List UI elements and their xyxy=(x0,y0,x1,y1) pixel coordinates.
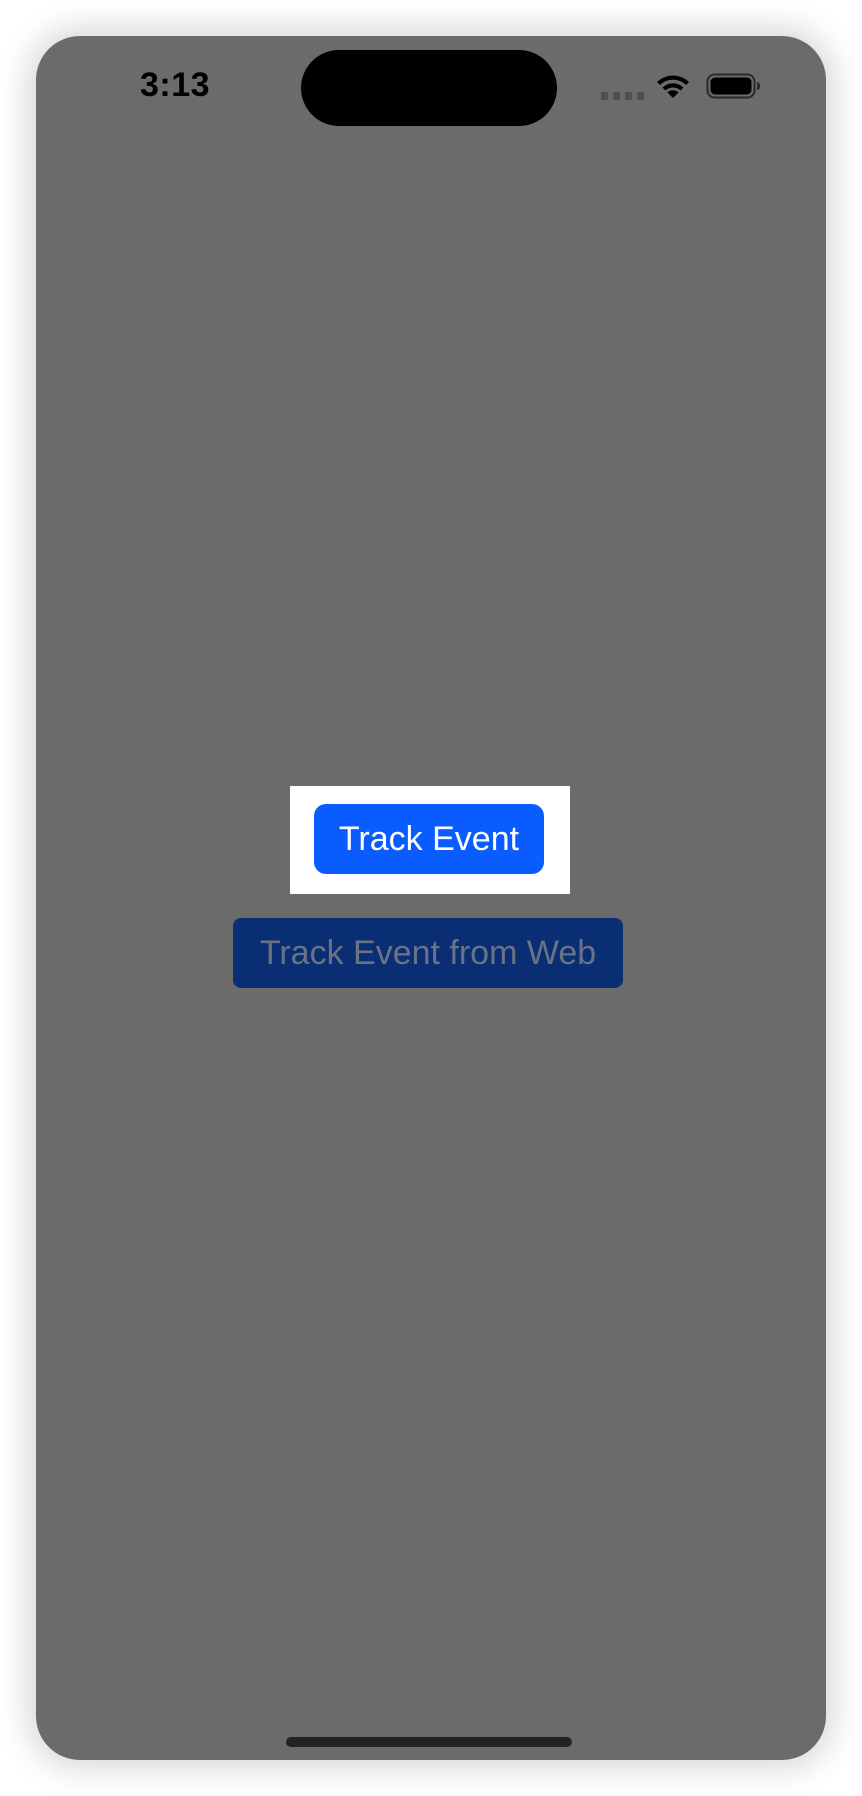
status-time: 3:13 xyxy=(140,66,211,104)
home-indicator[interactable] xyxy=(286,1737,572,1747)
dynamic-island xyxy=(301,50,557,126)
track-event-button[interactable]: Track Event xyxy=(314,804,544,874)
cellular-signal-icon xyxy=(601,92,645,100)
phone-screen: 3:13 Track Event Track Event from Web xyxy=(36,36,826,1760)
wifi-icon xyxy=(654,72,692,100)
battery-icon xyxy=(706,72,762,100)
track-event-from-web-button[interactable]: Track Event from Web xyxy=(233,918,623,988)
